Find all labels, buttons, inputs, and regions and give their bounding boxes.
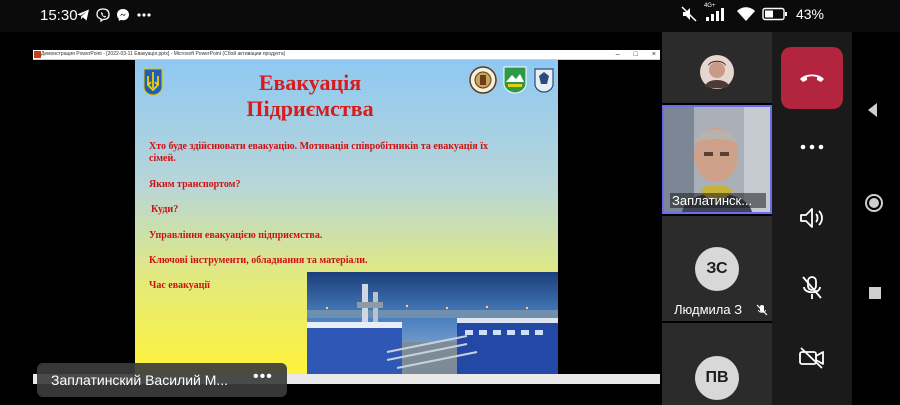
powerpoint-icon xyxy=(34,51,41,58)
recents-icon[interactable] xyxy=(869,287,881,299)
slide-text-line: Ключові інструменти, обладнання та матер… xyxy=(149,255,368,266)
end-call-button[interactable] xyxy=(781,47,843,109)
ukraine-coat-of-arms-icon xyxy=(143,68,163,96)
participant-name: Людмила З xyxy=(674,302,743,317)
minimize-button[interactable]: – xyxy=(616,50,620,59)
participant-video-tile[interactable]: Заплатинск... xyxy=(662,105,772,214)
more-dots-icon xyxy=(800,144,824,150)
maximize-button[interactable]: □ xyxy=(634,50,638,59)
slide-text-line: Хто буде здійснювати евакуацію. Мотиваці… xyxy=(149,141,488,152)
mute-icon xyxy=(681,6,697,22)
powerpoint-titlebar: Демонстрация PowerPoint - [2022-03-11 Ев… xyxy=(33,50,660,60)
industrial-plant-photo xyxy=(307,272,558,374)
battery-icon xyxy=(762,7,787,21)
more-dots-icon xyxy=(137,13,151,17)
close-button[interactable]: × xyxy=(652,50,656,59)
participant-list: Заплатинск... ЗС Людмила З ПВ xyxy=(662,32,772,405)
wifi-icon xyxy=(736,7,755,21)
phone-hangup-icon xyxy=(800,74,824,82)
mic-off-icon xyxy=(802,276,822,299)
emblem-logo-3-icon xyxy=(534,68,554,93)
speaker-icon xyxy=(800,208,823,228)
slide-text-line: Куди? xyxy=(151,204,179,215)
speaker-button[interactable] xyxy=(781,187,843,249)
messenger-icon xyxy=(117,9,129,21)
avatar xyxy=(700,55,734,89)
telegram-icon xyxy=(77,9,89,21)
participant-tile[interactable]: ПВ xyxy=(662,323,772,405)
android-navbar xyxy=(852,32,900,405)
back-icon[interactable] xyxy=(865,102,881,118)
powerpoint-window-title: Демонстрация PowerPoint - [2022-03-11 Ев… xyxy=(41,51,286,57)
more-options-icon[interactable]: ••• xyxy=(253,368,273,386)
participant-tile[interactable] xyxy=(662,32,772,103)
slide-title: Евакуація Підриємства xyxy=(246,70,374,121)
emblem-logo-1-icon xyxy=(469,66,497,94)
mic-off-icon xyxy=(756,304,768,316)
avatar: ЗС xyxy=(695,247,739,291)
viber-icon xyxy=(96,8,110,22)
slide-text-line: Яким транспортом? xyxy=(149,179,241,190)
status-bar: 15:30 4G+ 43% xyxy=(0,0,900,32)
camera-toggle-button[interactable] xyxy=(781,327,843,389)
microphone-toggle-button[interactable] xyxy=(781,257,843,319)
status-time: 15:30 xyxy=(40,7,78,24)
avatar: ПВ xyxy=(695,356,739,400)
slide-text-line: Управління евакуацією підприємства. xyxy=(149,230,323,241)
presenter-name: Заплатинский Василий М... xyxy=(51,372,229,388)
home-icon[interactable] xyxy=(864,193,884,213)
emblem-logo-2-icon xyxy=(503,66,527,94)
slide-text-line: Час евакуації xyxy=(149,280,210,291)
more-options-button[interactable] xyxy=(781,116,843,178)
call-controls xyxy=(772,32,852,405)
presenter-name-tag[interactable]: Заплатинский Василий М... ••• xyxy=(37,363,287,397)
battery-percent: 43% xyxy=(795,6,824,22)
participant-name: Заплатинск... xyxy=(670,193,766,208)
camera-off-icon xyxy=(799,347,824,369)
slide: Евакуація Підриємства Хто буде здійснюва… xyxy=(135,60,558,374)
signal-4g-icon: 4G+ xyxy=(704,3,730,22)
slide-text-line: сімей. xyxy=(149,153,176,164)
participant-tile[interactable]: ЗС Людмила З xyxy=(662,216,772,321)
